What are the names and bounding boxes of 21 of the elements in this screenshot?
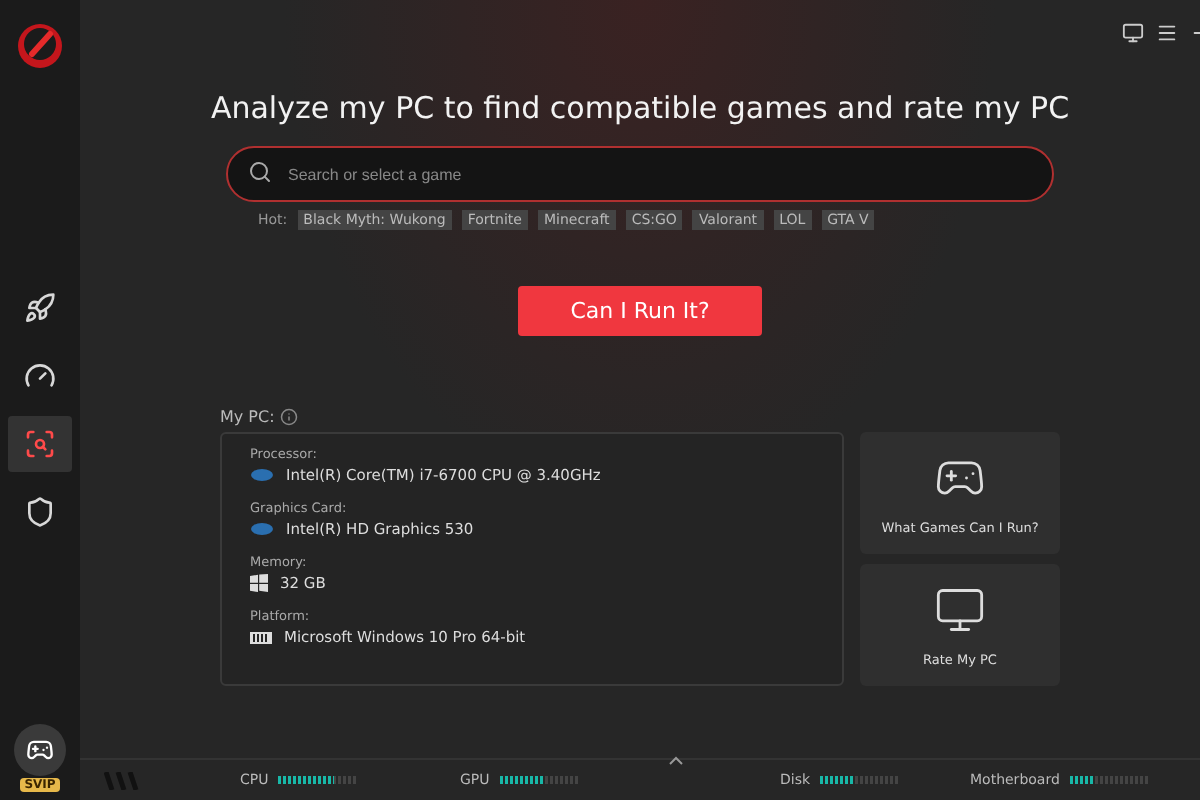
rocket-icon bbox=[24, 292, 56, 324]
can-i-run-it-button[interactable]: Can I Run It? bbox=[518, 286, 762, 336]
shield-icon bbox=[24, 496, 56, 528]
search-field[interactable]: Search or select a game bbox=[226, 146, 1054, 202]
page-heading: Analyze my PC to find compatible games and rate my PC bbox=[210, 90, 1070, 126]
gauge-icon bbox=[24, 360, 56, 392]
app-logo bbox=[14, 20, 66, 72]
expand-icon[interactable] bbox=[668, 756, 684, 766]
windows-icon bbox=[250, 574, 268, 592]
search-icon bbox=[24, 428, 56, 460]
search-icon bbox=[248, 160, 272, 184]
monitor-icon[interactable] bbox=[1122, 21, 1144, 43]
chip-logo-icon bbox=[250, 468, 274, 482]
info-icon[interactable] bbox=[280, 408, 299, 426]
memory-module-icon bbox=[250, 631, 272, 643]
my-pc-label: My PC: bbox=[220, 408, 275, 426]
menu-icon[interactable] bbox=[1156, 21, 1178, 43]
avatar[interactable] bbox=[14, 724, 66, 776]
monitor-icon bbox=[934, 583, 986, 635]
chip-logo-icon bbox=[250, 522, 274, 536]
gamepad-icon bbox=[26, 736, 54, 764]
